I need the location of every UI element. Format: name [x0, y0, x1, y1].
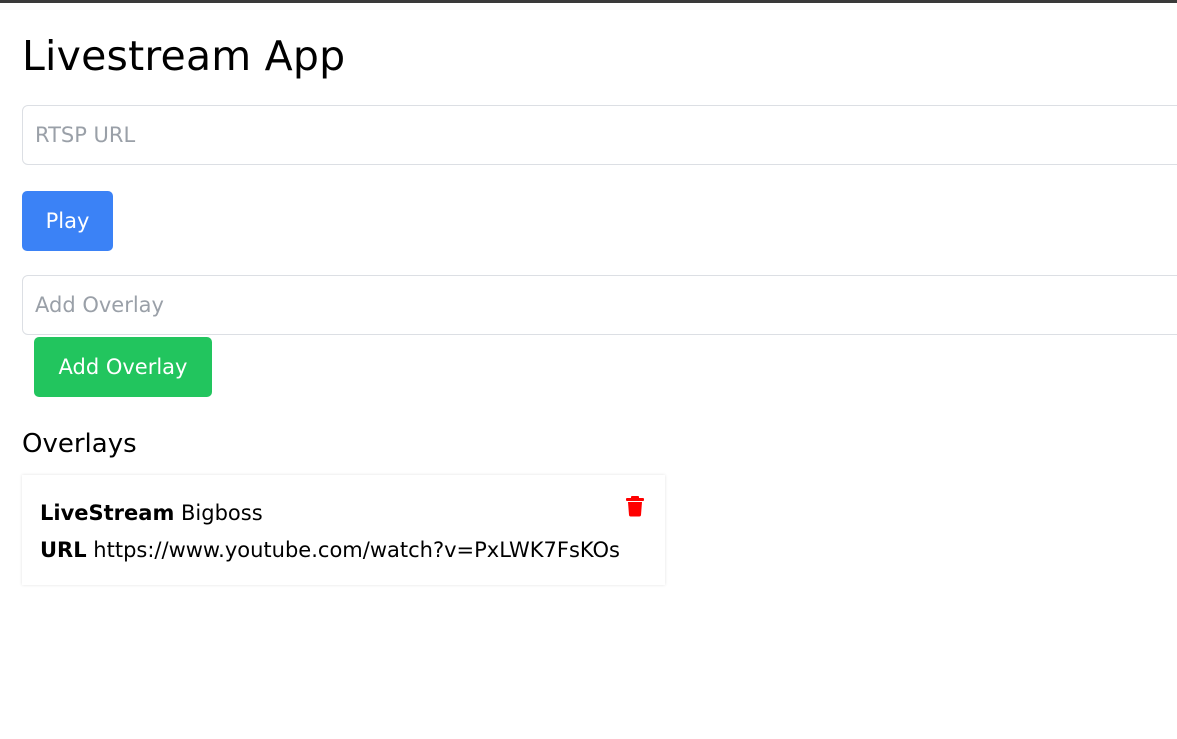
overlay-url-value: https://www.youtube.com/watch?v=PxLWK7Fs…	[93, 538, 620, 562]
page-title: Livestream App	[22, 32, 346, 80]
add-overlay-button[interactable]: Add Overlay	[34, 337, 212, 397]
overlay-name-value: Bigboss	[181, 501, 263, 525]
play-button[interactable]: Play	[22, 191, 113, 251]
overlay-name-label: LiveStream	[40, 501, 175, 525]
trash-icon	[626, 496, 644, 517]
delete-overlay-button[interactable]	[624, 495, 646, 517]
livestream-page: Livestream App Play Add Overlay Overlays…	[0, 0, 1177, 739]
overlay-name-row: LiveStream Bigboss	[40, 498, 263, 528]
overlays-heading: Overlays	[22, 429, 137, 459]
rtsp-url-input[interactable]	[22, 105, 1177, 165]
overlay-card: LiveStream Bigboss URL https://www.youtu…	[22, 475, 665, 585]
overlay-url-row: URL https://www.youtube.com/watch?v=PxLW…	[40, 535, 620, 565]
add-overlay-input[interactable]	[22, 275, 1177, 335]
overlay-url-label: URL	[40, 538, 87, 562]
